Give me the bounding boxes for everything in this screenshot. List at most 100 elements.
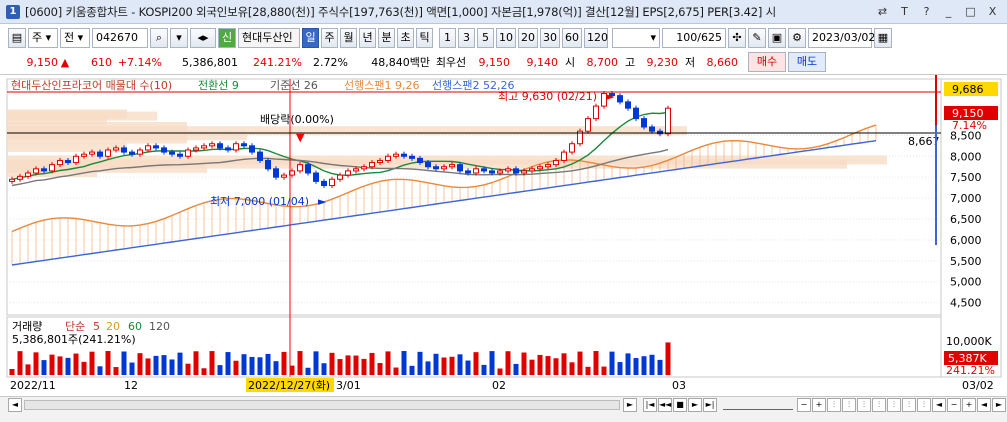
interval-60-button[interactable]: 60	[562, 28, 582, 48]
help-icon[interactable]: ?	[918, 4, 935, 20]
tool-1-icon[interactable]: ⫶	[842, 397, 856, 412]
low-label: 저	[684, 56, 696, 69]
candle-body	[329, 178, 335, 187]
first-button[interactable]: |◄	[643, 397, 657, 412]
volume-bar	[273, 361, 279, 375]
candle-body	[209, 143, 215, 147]
volume-bar	[569, 362, 575, 375]
interval-120-button[interactable]: 120	[584, 28, 608, 48]
period-tick-button[interactable]: 틱	[416, 28, 433, 48]
market-type-select[interactable]: 주 ▾	[28, 28, 58, 48]
all-select[interactable]: 전 ▾	[60, 28, 90, 48]
chart-scrollbar[interactable]	[24, 399, 620, 410]
candle-body	[177, 153, 183, 157]
settings-icon[interactable]: ⚙	[788, 28, 806, 48]
volume-bar	[561, 353, 567, 375]
display-count-input[interactable]: 100/625	[662, 28, 726, 48]
candle-body	[65, 159, 71, 164]
minimize-button[interactable]: _	[940, 4, 957, 20]
volume-bar	[593, 351, 599, 375]
candle-body	[641, 118, 647, 128]
volume-bar	[321, 363, 327, 375]
candle-body	[297, 164, 303, 172]
price-chart[interactable]: 현대두산인프라코어 매물대 수(10) 전환선 9 기준선 26 선행스팬1 9…	[0, 75, 1007, 398]
search-icon[interactable]: ⌕	[150, 28, 168, 48]
stock-code-input[interactable]: 042670	[92, 28, 148, 48]
chart-type-icon[interactable]: ⫶	[827, 397, 841, 412]
zoom-slider[interactable]	[723, 400, 793, 410]
font-icon[interactable]: T	[896, 4, 913, 20]
save-icon[interactable]: ▣	[768, 28, 786, 48]
zoom-in-button[interactable]: +	[812, 397, 826, 412]
period-second-button[interactable]: 초	[397, 28, 414, 48]
volume-bar	[105, 351, 111, 375]
candle-body	[433, 166, 439, 170]
candle-body	[265, 159, 271, 170]
zoom-out-button[interactable]: −	[797, 397, 811, 412]
volume-bar	[121, 351, 127, 375]
volume-bar	[281, 351, 287, 375]
chart-area[interactable]: 현대두산인프라코어 매물대 수(10) 전환선 9 기준선 26 선행스팬1 9…	[0, 74, 1007, 397]
interval-custom-select[interactable]: ▾	[612, 28, 660, 48]
volume-bar	[185, 363, 191, 375]
legend-name: 현대두산인프라코어 매물대 수(10)	[11, 79, 172, 92]
volume-bar	[25, 364, 31, 375]
dividend-label: 배당락(0.00%)	[260, 113, 334, 126]
period-year-button[interactable]: 년	[359, 28, 376, 48]
period-day-button[interactable]: 일	[302, 28, 319, 48]
volume-bar	[57, 356, 63, 375]
tool-6-icon[interactable]: ⫶	[917, 397, 931, 412]
tool-3-icon[interactable]: ⫶	[872, 397, 886, 412]
sell-button[interactable]: 매도	[788, 52, 826, 72]
interval-20-button[interactable]: 20	[518, 28, 538, 48]
next-button[interactable]: ►	[688, 397, 702, 412]
volume-bar	[233, 360, 239, 375]
crosshair-date: 2022/12/27(화)	[248, 379, 330, 392]
prev-button[interactable]: ◄◄	[658, 397, 672, 412]
tool-9-icon[interactable]: +	[962, 397, 976, 412]
tool-4-icon[interactable]: ⫶	[887, 397, 901, 412]
volume-bar	[9, 369, 15, 375]
crosshair-icon[interactable]: ✣	[728, 28, 746, 48]
tool-8-icon[interactable]: −	[947, 397, 961, 412]
maximize-button[interactable]: □	[962, 4, 979, 20]
interval-30-button[interactable]: 30	[540, 28, 560, 48]
legend-base: 기준선 26	[270, 79, 318, 92]
tool-2-icon[interactable]: ⫶	[857, 397, 871, 412]
volume-bar	[401, 351, 407, 375]
tool-5-icon[interactable]: ⫶	[902, 397, 916, 412]
close-button[interactable]: X	[984, 4, 1001, 20]
tool-11-icon[interactable]: ►	[992, 397, 1006, 412]
history-icon[interactable]: ▾	[170, 28, 188, 48]
scroll-right-button[interactable]: ►	[623, 397, 637, 412]
tool-7-icon[interactable]: ◄	[932, 397, 946, 412]
x-label-jan: 3/01	[336, 379, 361, 392]
stop-button[interactable]: ■	[673, 397, 687, 412]
period-week-button[interactable]: 주	[321, 28, 338, 48]
period-month-button[interactable]: 월	[340, 28, 357, 48]
date-input[interactable]: 2023/03/02	[808, 28, 875, 48]
last-button[interactable]: ►|	[703, 397, 717, 412]
tool-10-icon[interactable]: ◄	[977, 397, 991, 412]
candle-body	[161, 147, 167, 153]
draw-tool-icon[interactable]: ✎	[748, 28, 766, 48]
interval-1-button[interactable]: 1	[439, 28, 456, 48]
candle-body	[321, 180, 327, 187]
interval-3-button[interactable]: 3	[458, 28, 475, 48]
candle-body	[217, 143, 223, 149]
sound-icon[interactable]: ◂▸	[190, 28, 216, 48]
interval-10-button[interactable]: 10	[496, 28, 516, 48]
display-total: /625	[697, 31, 722, 44]
candle-body	[57, 159, 63, 166]
chart-menu-icon[interactable]: ▤	[8, 28, 26, 48]
ask-price: 9,150	[478, 55, 511, 69]
calendar-icon[interactable]: ▦	[874, 28, 892, 48]
volume-bar	[209, 351, 215, 375]
volume-bar	[377, 363, 383, 375]
link-icon[interactable]: ⇄	[874, 4, 891, 20]
buy-button[interactable]: 매수	[748, 52, 786, 72]
candle-body	[113, 147, 119, 151]
interval-5-button[interactable]: 5	[477, 28, 494, 48]
scroll-left-button[interactable]: ◄	[8, 397, 22, 412]
period-minute-button[interactable]: 분	[378, 28, 395, 48]
